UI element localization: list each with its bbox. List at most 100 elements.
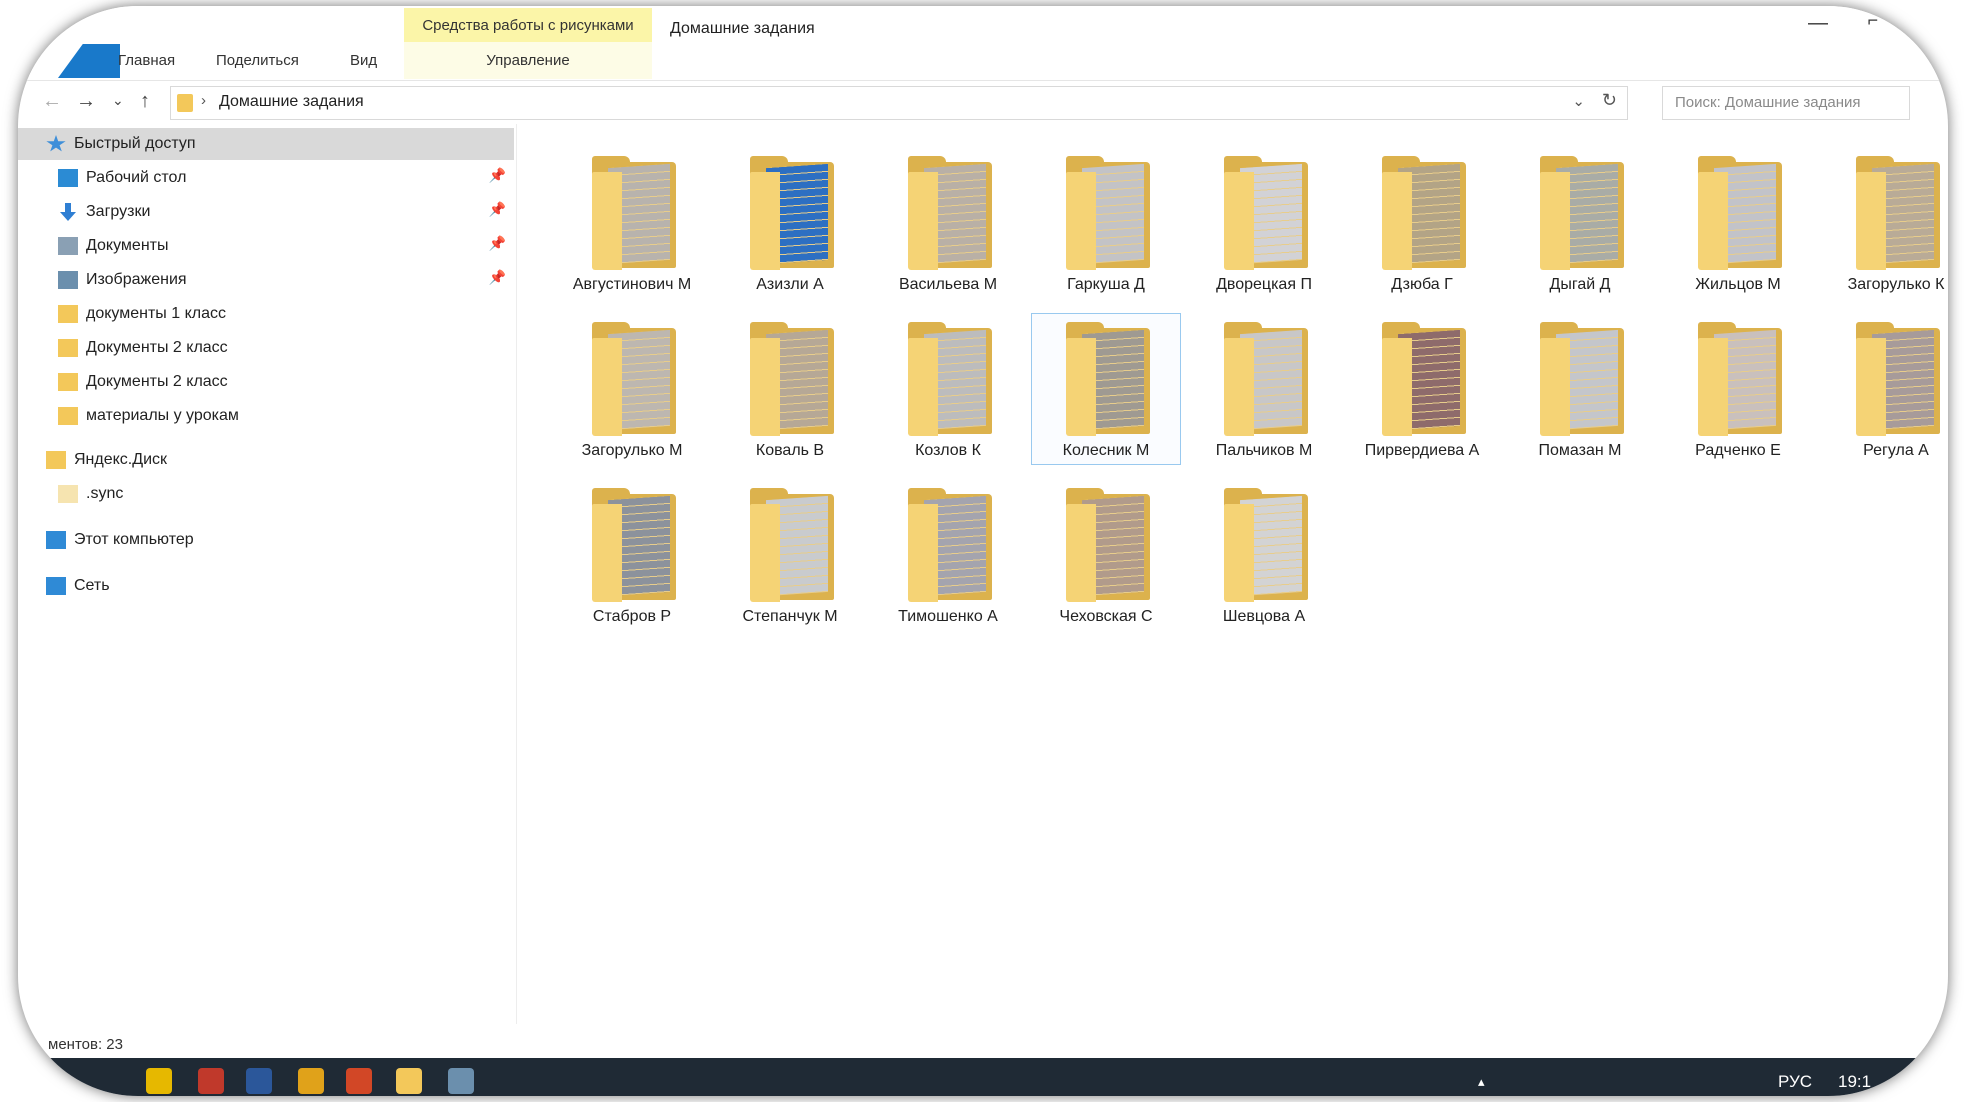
sidebar-item-label: документы 1 класс	[86, 305, 226, 322]
folder-item[interactable]: Коваль В	[716, 314, 864, 464]
folder-icon	[1224, 156, 1308, 274]
yandex-disk-icon	[46, 451, 66, 469]
folder-name: Колесник М	[1062, 442, 1150, 459]
download-icon	[60, 203, 76, 221]
chevron-right-icon[interactable]: ›	[201, 92, 206, 109]
pin-icon[interactable]: 📌	[489, 269, 506, 286]
chrome-app-icon[interactable]	[298, 1068, 324, 1094]
folder-item[interactable]: Степанчук М	[716, 480, 864, 630]
folder-name: Тимошенко А	[898, 608, 998, 625]
powerpoint-app-icon[interactable]	[346, 1068, 372, 1094]
search-input[interactable]: Поиск: Домашние задания	[1662, 86, 1910, 120]
security-app-icon[interactable]	[198, 1068, 224, 1094]
sidebar-item-label: Документы 2 класс	[86, 373, 228, 390]
folder-icon	[750, 156, 834, 274]
sidebar-item[interactable]: материалы у урокам	[18, 400, 516, 432]
sidebar-item[interactable]: Быстрый доступ	[18, 128, 514, 160]
folder-name: Азизли А	[756, 276, 824, 293]
folder-item[interactable]: Стабров Р	[558, 480, 706, 630]
folder-name: Козлов К	[915, 442, 981, 459]
folder-icon	[750, 488, 834, 606]
chevron-down-icon[interactable]: ⌄	[1572, 92, 1585, 110]
sidebar-item[interactable]: Изображения 📌	[18, 264, 516, 296]
folder-name: Шевцова А	[1222, 608, 1306, 625]
folder-name: Степанчук М	[742, 608, 838, 625]
tab-home[interactable]: Главная	[118, 52, 175, 69]
folder-item[interactable]: Тимошенко А	[874, 480, 1022, 630]
folder-icon	[1066, 322, 1150, 440]
refresh-icon[interactable]: ↻	[1602, 90, 1617, 111]
tray-chevron-icon[interactable]: ▴	[1478, 1074, 1485, 1090]
folder-item[interactable]: Загорулько К	[1822, 148, 1948, 298]
back-arrow-icon[interactable]: ←	[42, 90, 62, 113]
breadcrumb-current[interactable]: Домашние задания	[219, 93, 364, 111]
sidebar-item[interactable]: Этот компьютер	[18, 524, 516, 556]
language-indicator[interactable]: РУС	[1778, 1072, 1812, 1092]
sidebar-item[interactable]: Документы 2 класс	[18, 332, 516, 364]
address-bar[interactable]: › Домашние задания ⌄ ↻	[170, 86, 1628, 120]
recent-locations-icon[interactable]: ⌄	[112, 92, 124, 109]
clock[interactable]: 19:1	[1838, 1072, 1871, 1092]
network-icon	[46, 577, 66, 595]
folder-item[interactable]: Шевцова А	[1190, 480, 1338, 630]
sidebar-item-label: Быстрый доступ	[74, 135, 196, 152]
forward-arrow-icon[interactable]: →	[76, 90, 96, 113]
folder-icon	[1224, 488, 1308, 606]
minimize-button[interactable]: —	[1808, 12, 1828, 35]
address-bar-row: ← → ⌄ ↑ › Домашние задания ⌄ ↻ Поиск: До…	[18, 86, 1948, 120]
sidebar-item[interactable]: Документы 📌	[18, 230, 516, 262]
folder-item[interactable]: Помазан М	[1506, 314, 1654, 464]
sidebar-item[interactable]: Яндекс.Диск	[18, 444, 516, 476]
folder-name: Загорулько М	[581, 442, 683, 459]
folder-item[interactable]: Азизли А	[716, 148, 864, 298]
folder-icon	[58, 485, 78, 503]
pin-icon[interactable]: 📌	[489, 235, 506, 252]
warning-app-icon[interactable]	[146, 1068, 172, 1094]
window-app-icon[interactable]	[448, 1068, 474, 1094]
folder-item[interactable]: Чеховская С	[1032, 480, 1180, 630]
folder-item[interactable]: Колесник М	[1031, 313, 1181, 465]
folder-item[interactable]: Дзюба Г	[1348, 148, 1496, 298]
folder-name: Дворецкая П	[1216, 276, 1312, 293]
sidebar-item[interactable]: Документы 2 класс	[18, 366, 516, 398]
folder-icon	[1856, 156, 1940, 274]
folder-name: Чеховская С	[1059, 608, 1153, 625]
folder-item[interactable]: Регула А	[1822, 314, 1948, 464]
word-app-icon[interactable]	[246, 1068, 272, 1094]
explorer-app-icon[interactable]	[396, 1068, 422, 1094]
folder-item[interactable]: Жильцов М	[1664, 148, 1812, 298]
file-list: Августинович М Азизли А Васильева М Гаркуша…	[518, 124, 1948, 1024]
picture-tools-header: Средства работы с рисунками	[404, 8, 652, 42]
folder-item[interactable]: Августинович М	[558, 148, 706, 298]
folder-item[interactable]: Дворецкая П	[1190, 148, 1338, 298]
tab-view[interactable]: Вид	[350, 52, 377, 69]
tab-share[interactable]: Поделиться	[216, 52, 299, 69]
folder-item[interactable]: Васильева М	[874, 148, 1022, 298]
folder-icon	[58, 407, 78, 425]
folder-item[interactable]: Дыгай Д	[1506, 148, 1654, 298]
folder-item[interactable]: Пальчиков М	[1190, 314, 1338, 464]
folder-item[interactable]: Пирвердиева А	[1348, 314, 1496, 464]
sidebar-item[interactable]: Сеть	[18, 570, 516, 602]
pin-icon[interactable]: 📌	[489, 167, 506, 184]
tab-manage[interactable]: Управление	[404, 52, 652, 69]
sidebar-item[interactable]: Загрузки 📌	[18, 196, 516, 228]
folder-item[interactable]: Загорулько М	[558, 314, 706, 464]
sidebar-item[interactable]: документы 1 класс	[18, 298, 516, 330]
folder-name: Жильцов М	[1695, 276, 1781, 293]
pin-icon[interactable]: 📌	[489, 201, 506, 218]
sidebar-item-label: Сеть	[74, 577, 110, 594]
file-tab[interactable]	[58, 44, 120, 78]
folder-item[interactable]: Козлов К	[874, 314, 1022, 464]
sidebar-item-label: Изображения	[86, 271, 187, 288]
sidebar-item[interactable]: Рабочий стол 📌	[18, 162, 516, 194]
folder-item[interactable]: Гаркуша Д	[1032, 148, 1180, 298]
folder-item[interactable]: Радченко Е	[1664, 314, 1812, 464]
folder-icon	[1540, 156, 1624, 274]
up-arrow-icon[interactable]: ↑	[140, 90, 150, 113]
star-icon	[46, 135, 66, 152]
sidebar-item[interactable]: .sync	[18, 478, 516, 510]
maximize-button[interactable]: ⌐	[1867, 10, 1878, 31]
folder-icon	[1540, 322, 1624, 440]
folder-name: Васильева М	[898, 276, 998, 293]
